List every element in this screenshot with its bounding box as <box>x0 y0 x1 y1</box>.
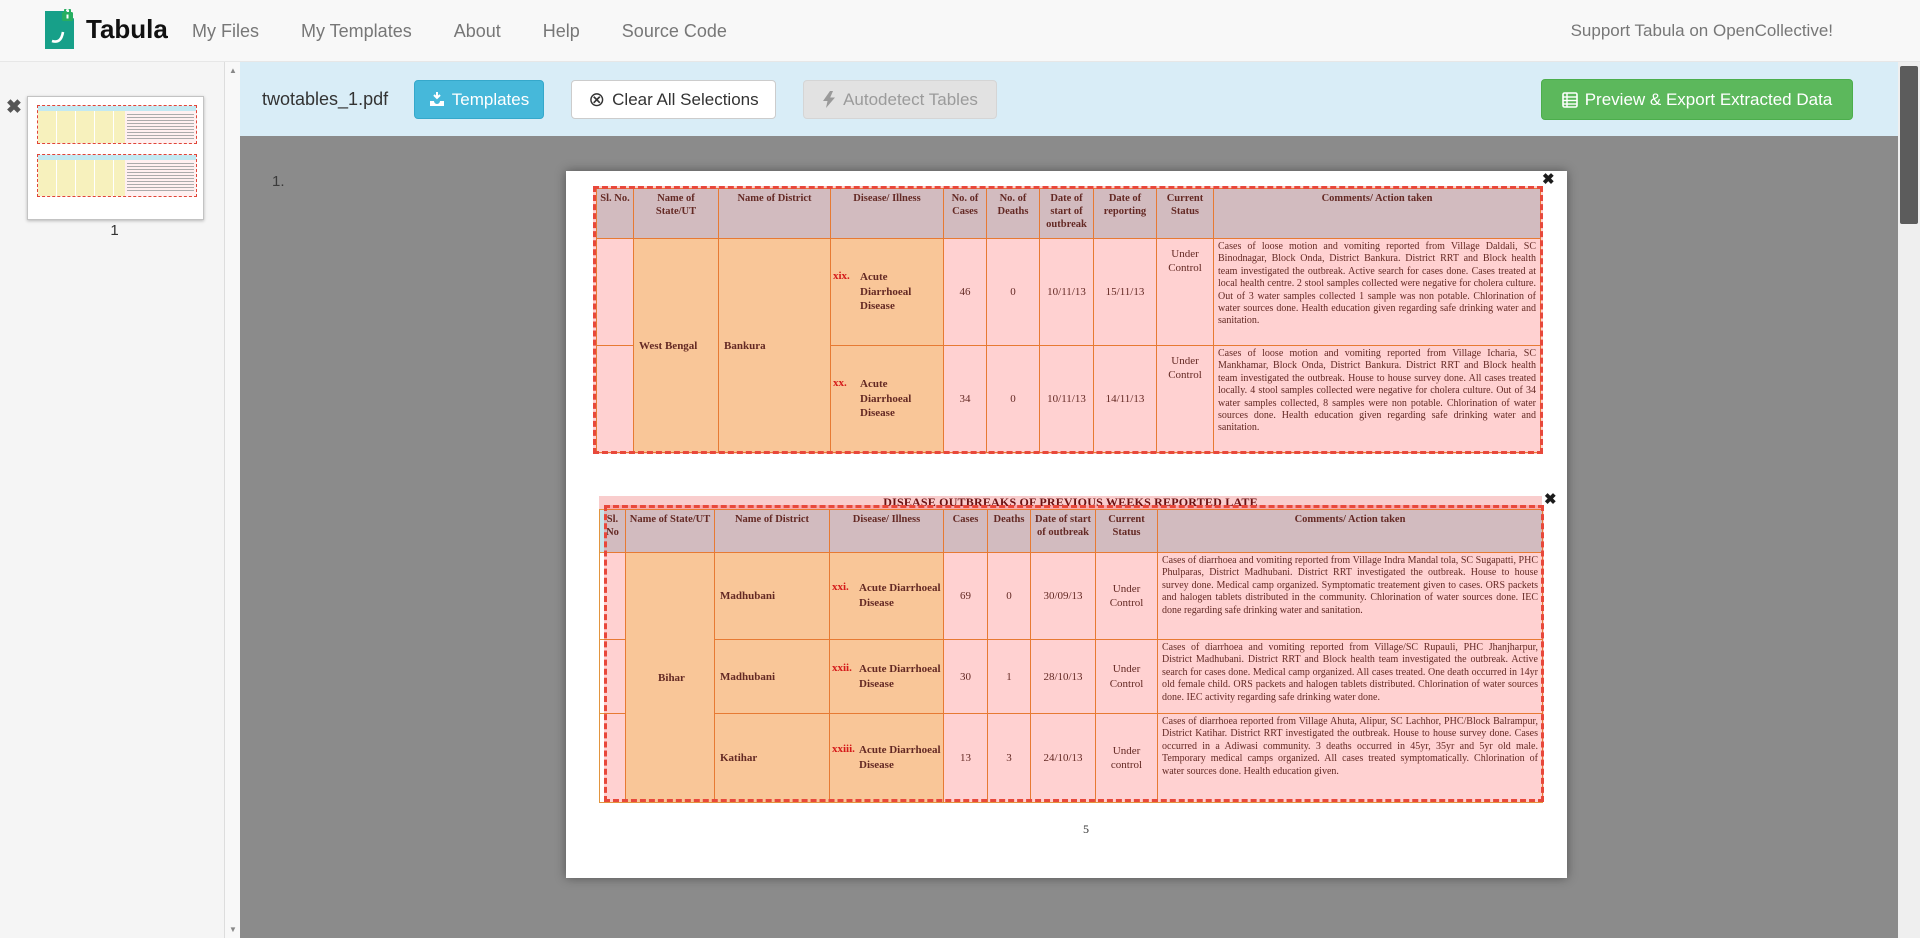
nav-help[interactable]: Help <box>543 21 580 42</box>
scroll-down-icon[interactable]: ▼ <box>225 925 241 934</box>
export-button-label: Preview & Export Extracted Data <box>1585 90 1833 110</box>
tabula-app: Tabula My Files My Templates About Help … <box>0 0 1920 938</box>
nav-about[interactable]: About <box>454 21 501 42</box>
remove-page-icon[interactable]: ✖ <box>6 96 22 119</box>
sidebar-scrollbar[interactable]: ▲ ▼ <box>224 62 240 938</box>
main-nav: My Files My Templates About Help Source … <box>192 0 727 62</box>
brand-name: Tabula <box>86 14 168 45</box>
scroll-up-icon[interactable]: ▲ <box>225 66 241 75</box>
nav-my-templates[interactable]: My Templates <box>301 21 412 42</box>
document-scrollbar[interactable] <box>1898 62 1920 938</box>
selection-1-close-icon[interactable]: ✖ <box>1542 172 1555 187</box>
export-table-icon <box>1562 92 1578 108</box>
autodetect-button-label: Autodetect Tables <box>843 90 978 110</box>
page-thumbnail[interactable] <box>27 96 204 220</box>
top-navbar: Tabula My Files My Templates About Help … <box>0 0 1920 62</box>
thumbnail-table-text <box>125 111 196 143</box>
nav-source-code[interactable]: Source Code <box>622 21 727 42</box>
pdf-page-number: 5 <box>1061 822 1111 837</box>
document-scrollbar-thumb[interactable] <box>1900 66 1918 224</box>
selection-2-close-icon[interactable]: ✖ <box>1544 492 1557 507</box>
clear-all-selections-button[interactable]: ⊗ Clear All Selections <box>571 80 776 119</box>
pdf-page-canvas[interactable]: Sl. No. Name of State/UT Name of Distric… <box>566 171 1567 878</box>
table-selection-2[interactable] <box>604 505 1544 802</box>
thumbnail-table-body <box>38 160 196 196</box>
preview-export-button[interactable]: Preview & Export Extracted Data <box>1541 79 1853 120</box>
clear-button-label: Clear All Selections <box>612 90 758 110</box>
thumbnail-table-cells <box>38 160 125 196</box>
document-filename: twotables_1.pdf <box>262 62 388 136</box>
table-selection-1[interactable] <box>593 186 1543 454</box>
templates-icon <box>429 92 445 107</box>
lightning-icon <box>822 91 836 108</box>
thumbnail-table-text <box>125 160 196 196</box>
thumbnail-selection-2 <box>37 154 197 197</box>
thumbnail-selection-1 <box>37 105 197 144</box>
page-ordinal-label: 1. <box>272 173 285 190</box>
clear-selections-icon: ⊗ <box>588 90 605 110</box>
page-thumbnails-sidebar: ✖ 1 ▲ ▼ <box>0 62 240 938</box>
thumbnail-page-number: 1 <box>27 222 202 239</box>
templates-button[interactable]: Templates <box>414 80 544 119</box>
tabula-logo-icon <box>42 9 76 49</box>
nav-my-files[interactable]: My Files <box>192 21 259 42</box>
autodetect-tables-button[interactable]: Autodetect Tables <box>803 80 997 119</box>
document-toolbar: twotables_1.pdf Templates ⊗ Clear All Se… <box>240 62 1898 136</box>
thumbnail-table-cells <box>38 111 125 143</box>
thumbnail-table-body <box>38 111 196 143</box>
support-link[interactable]: Support Tabula on OpenCollective! <box>1571 0 1833 62</box>
templates-button-label: Templates <box>452 90 529 110</box>
brand-home-link[interactable]: Tabula <box>42 9 168 49</box>
